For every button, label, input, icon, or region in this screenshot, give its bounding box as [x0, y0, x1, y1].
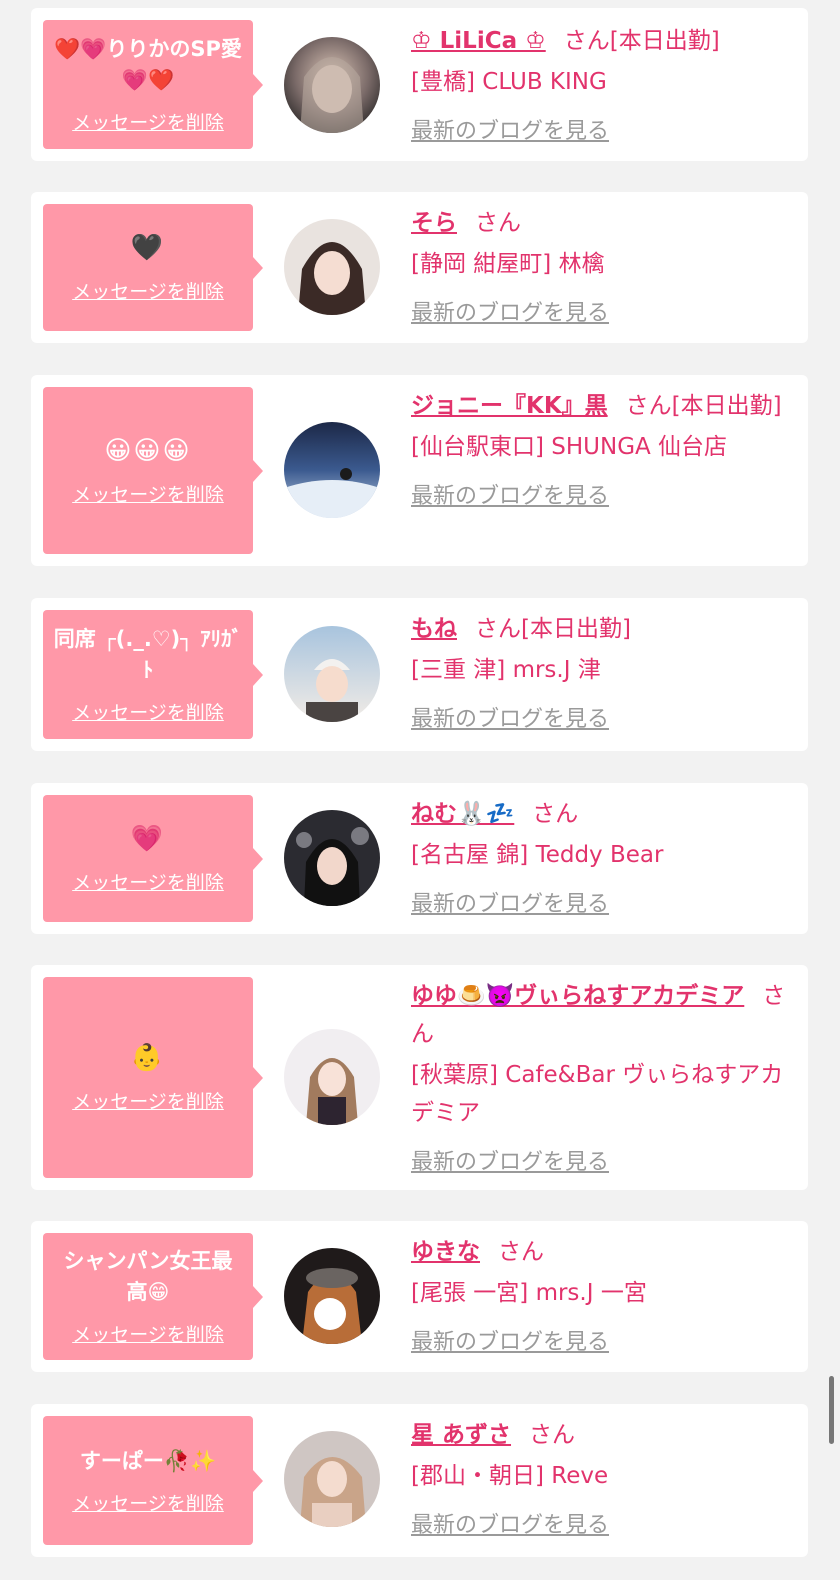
shop-info: [豊橋] CLUB KING	[411, 69, 607, 95]
latest-blog-link[interactable]: 最新のブログを見る	[411, 701, 609, 739]
girl-name-link[interactable]: もね	[411, 616, 457, 642]
latest-blog-link[interactable]: 最新のブログを見る	[411, 295, 609, 333]
message-bubble: すーぱー🥀✨ メッセージを削除	[43, 1416, 263, 1545]
favorite-card: 😀😀😀 メッセージを削除 ジョニー『KK』黒 さん[本日出勤] [仙台駅東口] S…	[31, 375, 808, 566]
shop-info: [郡山・朝日] Reve	[411, 1463, 609, 1489]
message-bubble: 同席 ┌(._.♡)┐ ｱﾘｶﾞﾄ メッセージを削除	[43, 610, 263, 739]
message-bubble: シャンパン女王最高😁 メッセージを削除	[43, 1233, 263, 1360]
work-status: [本日出勤]	[671, 393, 782, 419]
girl-name-link[interactable]: ジョニー『KK』黒	[411, 393, 608, 419]
favorite-card: 👶 メッセージを削除 ゆゆ🍮👿ヴぃらねすアカデミア さん [秋葉原] Cafe&B…	[31, 965, 808, 1190]
message-text: 同席 ┌(._.♡)┐ ｱﾘｶﾞﾄ	[53, 627, 243, 682]
girl-info: 星 あずさ さん [郡山・朝日] Reve 最新のブログを見る	[411, 1416, 796, 1545]
delete-message-link[interactable]: メッセージを削除	[72, 277, 224, 304]
message-text: すーぱー🥀✨	[79, 1448, 217, 1473]
message-text: 💗	[130, 824, 166, 854]
girl-name-link[interactable]: ゆゆ🍮👿ヴぃらねすアカデミア	[411, 983, 744, 1009]
message-text: ❤️💗りりかのSP愛💗❤️	[54, 37, 242, 92]
scrollbar[interactable]	[829, 1376, 834, 1444]
shop-info: [静岡 紺屋町] 林檎	[411, 251, 605, 277]
message-text: 🖤	[130, 233, 166, 263]
message-bubble: 😀😀😀 メッセージを削除	[43, 387, 263, 554]
girl-info: ゆきな さん [尾張 一宮] mrs.J 一宮 最新のブログを見る	[411, 1233, 796, 1362]
delete-message-link[interactable]: メッセージを削除	[72, 698, 224, 725]
avatar[interactable]	[284, 422, 380, 518]
latest-blog-link[interactable]: 最新のブログを見る	[411, 886, 609, 924]
girl-info: ゆゆ🍮👿ヴぃらねすアカデミア さん [秋葉原] Cafe&Bar ヴぃらねすアカデ…	[411, 977, 796, 1182]
latest-blog-link[interactable]: 最新のブログを見る	[411, 1324, 609, 1362]
girl-info: もね さん[本日出勤] [三重 津] mrs.J 津 最新のブログを見る	[411, 610, 796, 739]
shop-info: [名古屋 錦] Teddy Bear	[411, 842, 664, 868]
girl-info: ジョニー『KK』黒 さん[本日出勤] [仙台駅東口] SHUNGA 仙台店 最新の…	[411, 387, 796, 516]
favorite-card: すーぱー🥀✨ メッセージを削除 星 あずさ さん [郡山・朝日] Reve 最新の…	[31, 1404, 808, 1557]
girl-info: ねむ🐰💤 さん [名古屋 錦] Teddy Bear 最新のブログを見る	[411, 795, 796, 924]
delete-message-link[interactable]: メッセージを削除	[72, 1087, 224, 1114]
girl-info: ♔ LiLiCa ♔ さん[本日出勤] [豊橋] CLUB KING 最新のブログ…	[411, 22, 796, 151]
avatar[interactable]	[284, 37, 380, 133]
favorite-card: ❤️💗りりかのSP愛💗❤️ メッセージを削除 ♔ LiLiCa ♔ さん[本日出勤…	[31, 8, 808, 161]
avatar[interactable]	[284, 1248, 380, 1344]
latest-blog-link[interactable]: 最新のブログを見る	[411, 1144, 609, 1182]
honorific: さん	[529, 1422, 576, 1448]
message-bubble: 🖤 メッセージを削除	[43, 204, 263, 331]
latest-blog-link[interactable]: 最新のブログを見る	[411, 1507, 609, 1545]
message-bubble: ❤️💗りりかのSP愛💗❤️ メッセージを削除	[43, 20, 263, 149]
favorite-card: シャンパン女王最高😁 メッセージを削除 ゆきな さん [尾張 一宮] mrs.J …	[31, 1221, 808, 1372]
honorific: さん	[532, 801, 579, 827]
delete-message-link[interactable]: メッセージを削除	[72, 1320, 224, 1347]
shop-info: [秋葉原] Cafe&Bar ヴぃらねすアカデミア	[411, 1062, 784, 1126]
message-text: シャンパン女王最高😁	[63, 1249, 233, 1304]
avatar[interactable]	[284, 219, 380, 315]
honorific: さん	[498, 1239, 544, 1265]
girl-name-link[interactable]: そら	[411, 210, 457, 236]
delete-message-link[interactable]: メッセージを削除	[72, 480, 224, 507]
message-text: 😀😀😀	[104, 436, 192, 466]
shop-info: [尾張 一宮] mrs.J 一宮	[411, 1280, 647, 1306]
delete-message-link[interactable]: メッセージを削除	[72, 868, 224, 895]
latest-blog-link[interactable]: 最新のブログを見る	[411, 478, 609, 516]
work-status: [本日出勤]	[609, 28, 720, 54]
girl-info: そら さん [静岡 紺屋町] 林檎 最新のブログを見る	[411, 204, 796, 333]
delete-message-link[interactable]: メッセージを削除	[72, 108, 224, 135]
favorite-card: 💗 メッセージを削除 ねむ🐰💤 さん [名古屋 錦] Teddy Bear 最新の…	[31, 783, 808, 934]
honorific: さん	[563, 28, 610, 54]
message-text: 👶	[130, 1043, 166, 1073]
latest-blog-link[interactable]: 最新のブログを見る	[411, 113, 609, 151]
honorific: さん	[475, 616, 521, 642]
shop-info: [仙台駅東口] SHUNGA 仙台店	[411, 434, 728, 460]
girl-name-link[interactable]: ♔ LiLiCa ♔	[411, 28, 546, 54]
girl-name-link[interactable]: ねむ🐰💤	[411, 801, 514, 827]
message-bubble: 💗 メッセージを削除	[43, 795, 263, 922]
avatar[interactable]	[284, 1431, 380, 1527]
avatar[interactable]	[284, 1029, 380, 1125]
favorite-card: 同席 ┌(._.♡)┐ ｱﾘｶﾞﾄ メッセージを削除 もね さん[本日出勤] [三…	[31, 598, 808, 751]
honorific: さん	[475, 210, 521, 236]
honorific: さん	[625, 393, 672, 419]
girl-name-link[interactable]: 星 あずさ	[411, 1422, 511, 1448]
work-status: [本日出勤]	[521, 616, 631, 642]
avatar[interactable]	[284, 810, 380, 906]
message-bubble: 👶 メッセージを削除	[43, 977, 263, 1178]
avatar[interactable]	[284, 626, 380, 722]
shop-info: [三重 津] mrs.J 津	[411, 657, 601, 683]
girl-name-link[interactable]: ゆきな	[411, 1239, 480, 1265]
favorite-card: 🖤 メッセージを削除 そら さん [静岡 紺屋町] 林檎 最新のブログを見る	[31, 192, 808, 343]
delete-message-link[interactable]: メッセージを削除	[72, 1489, 224, 1516]
